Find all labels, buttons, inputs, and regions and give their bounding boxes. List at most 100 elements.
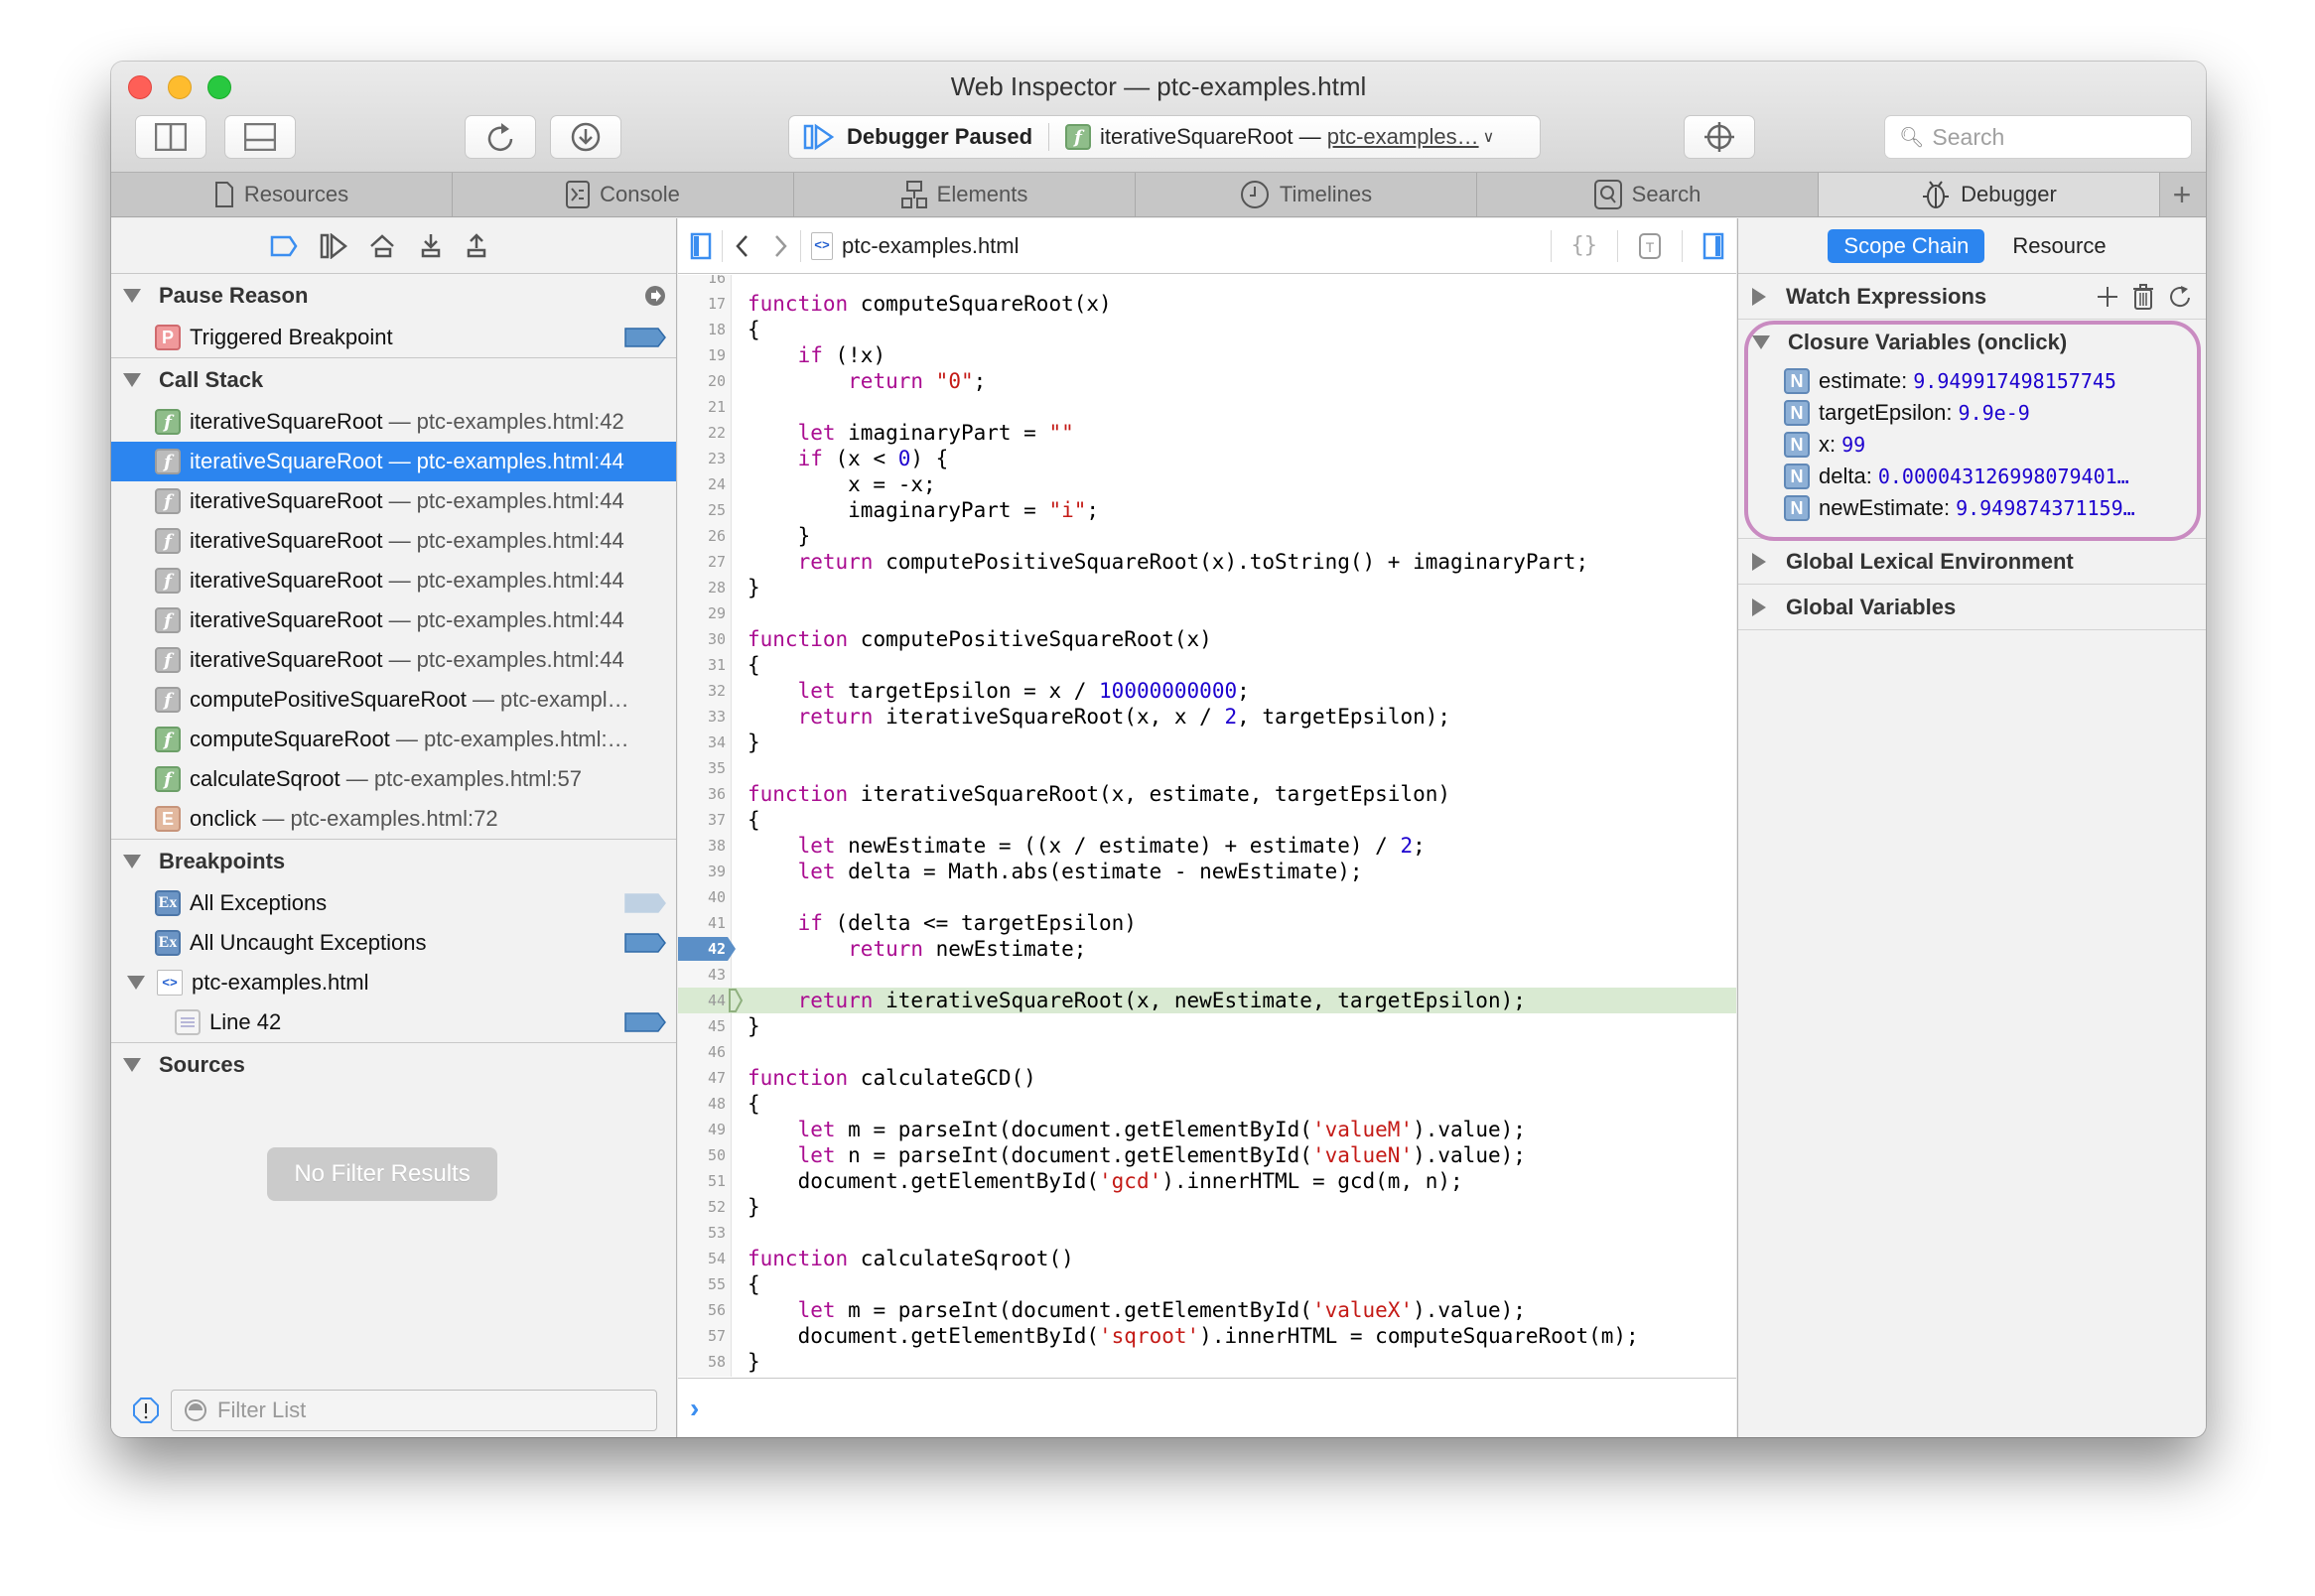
tab-elements[interactable]: Elements (794, 173, 1136, 216)
download-button[interactable] (550, 115, 621, 159)
call-stack-frame[interactable]: f iterativeSquareRoot — ptc-examples.html… (111, 442, 676, 481)
line-number[interactable]: 45 (678, 1013, 726, 1039)
line-number[interactable]: 37 (678, 807, 726, 833)
line-number[interactable]: 24 (678, 471, 726, 497)
call-stack-frame[interactable]: f iterativeSquareRoot — ptc-examples.html… (111, 640, 676, 680)
breakpoints-header[interactable]: Breakpoints (111, 840, 676, 883)
call-stack-frame[interactable]: Eonclick — ptc-examples.html:72 (111, 799, 676, 839)
reload-button[interactable] (465, 115, 536, 159)
call-stack-frame[interactable]: f computePositiveSquareRoot — ptc-exampl… (111, 680, 676, 720)
filter-list-input[interactable]: Filter List (171, 1390, 657, 1431)
line-number[interactable]: 17 (678, 291, 726, 317)
breakpoint-all-uncaught-exceptions[interactable]: Ex All Uncaught Exceptions (111, 923, 676, 963)
toggle-details-sidebar-icon[interactable] (1702, 232, 1724, 260)
trash-icon[interactable] (2132, 283, 2154, 310)
breakpoints-toggle-icon[interactable] (270, 235, 298, 257)
line-number[interactable]: 46 (678, 1039, 726, 1065)
line-number[interactable]: 58 (678, 1349, 726, 1375)
global-variables-header[interactable]: Global Variables (1738, 585, 2206, 630)
current-file-name[interactable]: ptc-examples.html (842, 233, 1020, 259)
step-into-icon[interactable] (419, 233, 443, 259)
line-number[interactable]: 43 (678, 962, 726, 988)
line-number[interactable]: 50 (678, 1142, 726, 1168)
line-number[interactable]: 52 (678, 1194, 726, 1220)
line-number[interactable]: 55 (678, 1271, 726, 1297)
call-stack-frame[interactable]: f iterativeSquareRoot — ptc-examples.html… (111, 402, 676, 442)
breakpoint-tag-icon[interactable] (624, 933, 666, 953)
pause-reason-header[interactable]: Pause Reason (111, 274, 676, 318)
line-number[interactable]: 21 (678, 394, 726, 420)
search-input[interactable]: 🔍︎ Search (1884, 115, 2192, 159)
new-tab-button[interactable]: + (2160, 173, 2204, 216)
line-number[interactable]: 29 (678, 600, 726, 626)
dashboard-file-link[interactable]: ptc-examples… (1327, 124, 1479, 150)
refresh-icon[interactable] (2168, 285, 2192, 309)
line-number[interactable]: 57 (678, 1323, 726, 1349)
call-stack-frame[interactable]: f iterativeSquareRoot — ptc-examples.html… (111, 561, 676, 600)
line-number[interactable]: 23 (678, 446, 726, 471)
global-lexical-environment-header[interactable]: Global Lexical Environment (1738, 539, 2206, 585)
tab-search[interactable]: Search (1477, 173, 1819, 216)
line-number[interactable]: 26 (678, 523, 726, 549)
line-number[interactable]: 36 (678, 781, 726, 807)
line-number[interactable]: 48 (678, 1091, 726, 1117)
back-icon[interactable] (733, 232, 752, 260)
line-number[interactable]: 31 (678, 652, 726, 678)
toggle-navigation-sidebar-icon[interactable] (690, 232, 712, 260)
line-number[interactable]: 16 (678, 275, 726, 291)
step-over-icon[interactable] (369, 233, 397, 259)
pause-reason-item[interactable]: P Triggered Breakpoint (111, 318, 676, 357)
breakpoint-disabled-tag-icon[interactable] (624, 893, 666, 913)
line-number[interactable]: 41 (678, 910, 726, 936)
warning-filter-icon[interactable] (133, 1397, 159, 1423)
call-stack-frame[interactable]: f calculateSqroot — ptc-examples.html:57 (111, 759, 676, 799)
line-number[interactable]: 22 (678, 420, 726, 446)
line-number[interactable]: 49 (678, 1117, 726, 1142)
line-number[interactable]: 42 (678, 936, 726, 962)
line-number[interactable]: 44 (678, 988, 726, 1013)
line-number[interactable]: 20 (678, 368, 726, 394)
line-number[interactable]: 28 (678, 575, 726, 600)
breakpoint-all-exceptions[interactable]: Ex All Exceptions (111, 883, 676, 923)
line-number[interactable]: 53 (678, 1220, 726, 1246)
tab-console[interactable]: Console (453, 173, 794, 216)
resource-tab[interactable]: Resource (2002, 229, 2115, 263)
tab-timelines[interactable]: Timelines (1136, 173, 1477, 216)
call-stack-frame[interactable]: f iterativeSquareRoot — ptc-examples.html… (111, 600, 676, 640)
add-watch-icon[interactable] (2097, 286, 2118, 308)
source-code-view[interactable]: 16 17 function computeSquareRoot(x) 18 {19 i… (678, 275, 1736, 1377)
call-stack-frame[interactable]: f iterativeSquareRoot — ptc-examples.html… (111, 521, 676, 561)
line-number[interactable]: 51 (678, 1168, 726, 1194)
call-stack-frame[interactable]: f iterativeSquareRoot — ptc-examples.html… (111, 481, 676, 521)
sources-header[interactable]: Sources (111, 1043, 676, 1087)
quick-console-prompt[interactable]: › (678, 1378, 1736, 1437)
line-number[interactable]: 33 (678, 704, 726, 730)
line-number[interactable]: 38 (678, 833, 726, 859)
breakpoint-tag-icon[interactable] (624, 328, 666, 347)
breakpoint-file[interactable]: <> ptc-examples.html (111, 963, 676, 1002)
go-to-arrow-icon[interactable] (644, 285, 666, 307)
type-profiler-icon[interactable]: T (1638, 232, 1662, 260)
inspect-element-button[interactable] (1684, 115, 1755, 159)
call-stack-header[interactable]: Call Stack (111, 358, 676, 402)
resume-icon[interactable] (320, 232, 347, 259)
scope-chain-tab[interactable]: Scope Chain (1828, 228, 1985, 263)
step-out-icon[interactable] (465, 232, 488, 259)
dashboard[interactable]: Debugger Paused f iterativeSquareRoot — … (788, 115, 1541, 159)
line-number[interactable]: 40 (678, 884, 726, 910)
line-number[interactable]: 32 (678, 678, 726, 704)
line-number[interactable]: 56 (678, 1297, 726, 1323)
line-number[interactable]: 39 (678, 859, 726, 884)
watch-expressions-header[interactable]: Watch Expressions (1738, 274, 2206, 320)
dock-bottom-button[interactable] (224, 115, 296, 159)
line-number[interactable]: 25 (678, 497, 726, 523)
tab-debugger[interactable]: Debugger (1819, 173, 2160, 216)
forward-icon[interactable] (770, 232, 790, 260)
line-number[interactable]: 30 (678, 626, 726, 652)
line-number[interactable]: 27 (678, 549, 726, 575)
dock-side-button[interactable] (135, 115, 206, 159)
line-number[interactable]: 47 (678, 1065, 726, 1091)
line-number[interactable]: 18 (678, 317, 726, 342)
breakpoint-tag-icon[interactable] (624, 1012, 666, 1032)
call-stack-frame[interactable]: f computeSquareRoot — ptc-examples.html:… (111, 720, 676, 759)
